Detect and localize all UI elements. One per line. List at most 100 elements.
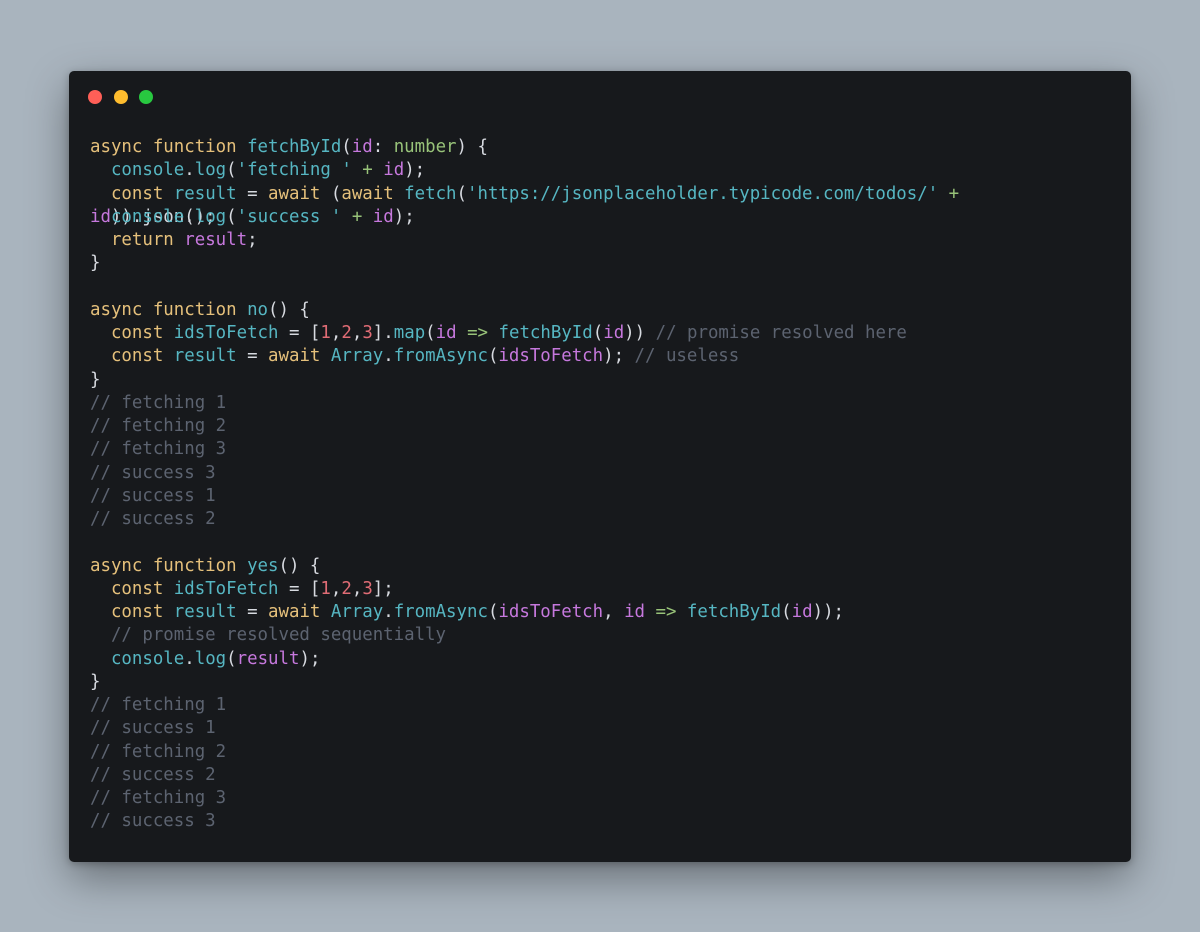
code-token: ( — [226, 206, 237, 227]
code-token: // success 1 — [90, 718, 216, 739]
code-token: ); — [603, 346, 625, 367]
code-token: fromAsync — [393, 346, 488, 367]
code-line: // success 3 — [90, 462, 1120, 485]
code-token: result — [173, 602, 237, 622]
code-token: idsToFetch — [173, 578, 279, 599]
code-line: // success 1 — [90, 717, 1120, 740]
code-line: // success 2 — [90, 764, 1120, 787]
code-token: id — [351, 137, 373, 157]
code-token: fetch — [404, 183, 457, 204]
code-line: // fetching 3 — [90, 438, 1120, 461]
code-token: 1 — [320, 323, 331, 343]
code-line: const idsToFetch = [1,2,3].map(id => fet… — [90, 322, 1120, 345]
code-token: // fetching 1 — [90, 392, 227, 413]
code-token: 3 — [362, 323, 373, 343]
code-token: )) — [624, 323, 646, 343]
code-token: await — [268, 183, 331, 204]
code-token: log — [194, 206, 227, 227]
code-token: function — [152, 299, 248, 320]
code-line: console.log(result); — [90, 648, 1120, 671]
code-token: await — [268, 346, 331, 367]
code-line: // fetching 1 — [90, 392, 1120, 415]
code-token: id — [435, 323, 457, 343]
code-token: // fetching 3 — [90, 788, 227, 808]
code-token: idsToFetch — [498, 346, 604, 367]
code-token: ); — [393, 206, 415, 227]
code-line: const result = await Array.fromAsync(ids… — [90, 601, 1120, 624]
code-token: // success 1 — [90, 485, 216, 506]
code-token: () { — [278, 555, 321, 576]
code-token: console — [110, 206, 185, 227]
code-token: result — [184, 230, 248, 250]
code-token: ( — [456, 183, 468, 204]
code-token: => — [645, 602, 687, 622]
code-line: // success 3 — [90, 810, 1120, 833]
code-token: . — [383, 346, 394, 367]
code-token: 1 — [320, 578, 331, 599]
close-dot[interactable] — [88, 90, 102, 104]
code-line: const result = await (await fetch('https… — [90, 183, 1120, 206]
code-line: // fetching 3 — [90, 787, 1120, 810]
code-token: + — [341, 206, 373, 227]
code-token: return — [110, 230, 185, 250]
code-token: )); — [812, 602, 845, 622]
minimize-dot[interactable] — [114, 90, 128, 104]
code-token: const — [110, 602, 174, 622]
code-token: , — [351, 323, 363, 343]
code-token: function — [152, 137, 248, 157]
code-token: , — [330, 578, 342, 599]
code-line: } — [90, 369, 1120, 392]
code-token: } — [90, 671, 101, 692]
code-token: + — [351, 160, 384, 181]
code-token: () { — [268, 299, 310, 320]
code-token: idsToFetch — [498, 602, 604, 622]
code-token: // fetching 3 — [90, 439, 227, 460]
code-token: 3 — [362, 578, 373, 599]
code-token: console — [110, 160, 185, 181]
code-token: ( — [487, 346, 499, 367]
code-token: const — [110, 323, 174, 343]
code-token: const — [110, 578, 174, 599]
code-line: // success 1 — [90, 485, 1120, 508]
code-token: = [ — [278, 578, 321, 599]
code-token: ( — [226, 648, 237, 669]
code-token: . — [184, 206, 195, 227]
code-token: ]; — [372, 578, 394, 599]
code-line: // promise resolved sequentially — [90, 624, 1120, 647]
code-line: // fetching 1 — [90, 694, 1120, 717]
code-token: . — [383, 602, 394, 622]
code-token: result — [173, 183, 237, 204]
code-token: id — [372, 206, 394, 227]
code-token: ( — [487, 602, 499, 622]
code-token: Array — [330, 602, 384, 622]
code-token: yes — [247, 555, 279, 576]
code-token: id — [603, 323, 625, 343]
maximize-dot[interactable] — [139, 90, 153, 104]
code-token: async — [90, 137, 153, 157]
code-token: = — [236, 183, 269, 204]
code-token: 2 — [341, 578, 352, 599]
code-token: idsToFetch — [173, 323, 279, 343]
code-line: async function fetchById(id: number) { — [90, 136, 1120, 159]
code-token: 2 — [341, 323, 352, 343]
code-line: async function yes() { — [90, 555, 1120, 578]
code-token: ( — [330, 183, 342, 204]
code-token: 'https://jsonplaceholder.typicode.com/to… — [467, 183, 939, 204]
code-token: ( — [341, 137, 352, 157]
code-token: // success 3 — [90, 811, 216, 832]
code-token: ]. — [372, 323, 394, 343]
code-line: // fetching 2 — [90, 741, 1120, 764]
code-token: // success 3 — [90, 462, 216, 483]
code-line: const idsToFetch = [1,2,3]; — [90, 578, 1120, 601]
code-token: no — [247, 299, 269, 320]
code-token: // success 2 — [90, 509, 216, 529]
code-token: result — [173, 346, 237, 367]
